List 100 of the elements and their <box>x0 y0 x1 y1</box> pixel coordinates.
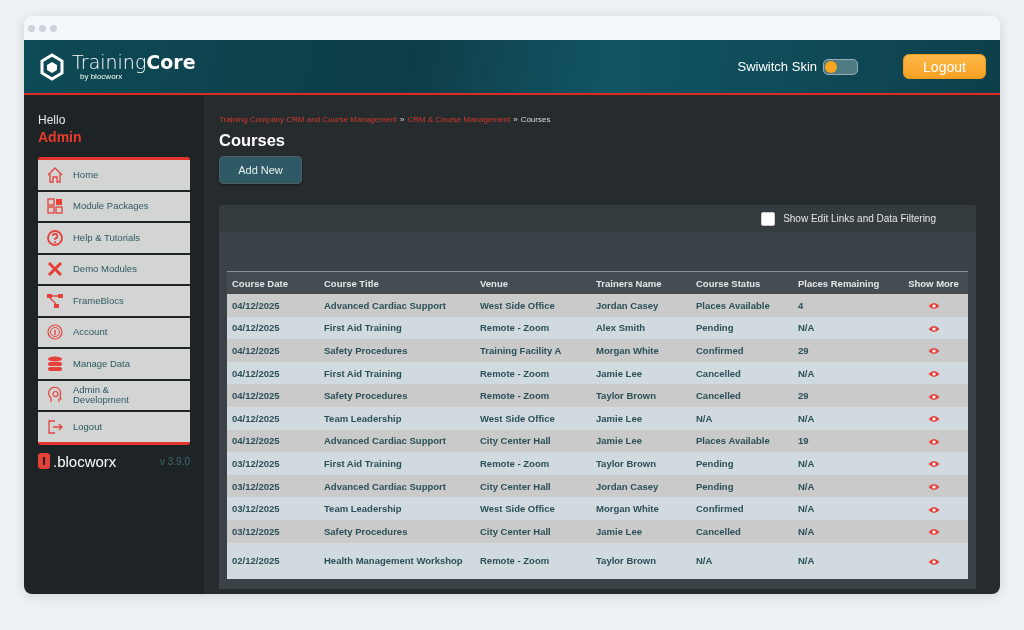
table-cell: 02/12/2025 <box>227 542 319 579</box>
column-header: Show More <box>899 271 968 294</box>
table-cell: 04/12/2025 <box>227 406 319 430</box>
table-cell: Remote - Zoom <box>475 361 591 385</box>
sidebar-item[interactable]: Admin & Development <box>38 380 190 410</box>
column-header: Course Title <box>319 271 475 294</box>
table-cell: Pending <box>691 316 793 340</box>
eye-icon <box>927 392 940 401</box>
table-cell: Cancelled <box>691 384 793 407</box>
table-cell: Remote - Zoom <box>475 542 591 579</box>
table-cell: N/A <box>793 497 899 520</box>
breadcrumb-link[interactable]: CRM & Course Management <box>407 115 511 124</box>
table-cell: 29 <box>793 339 899 362</box>
table-cell: City Center Hall <box>475 474 591 498</box>
table-cell: Jamie Lee <box>591 519 691 543</box>
info-badge-icon <box>46 323 64 342</box>
table-cell: 04/12/2025 <box>227 429 319 453</box>
table-cell: N/A <box>793 519 899 543</box>
table-cell: N/A <box>793 474 899 498</box>
table-cell: West Side Office <box>475 294 591 317</box>
toggle-switch[interactable] <box>823 58 858 75</box>
table-cell: 19 <box>793 429 899 453</box>
table-cell: Morgan White <box>591 497 691 520</box>
table-cell: 03/12/2025 <box>227 497 319 520</box>
version-label: v 3.9.0 <box>159 455 190 467</box>
table-cell: Jamie Lee <box>591 429 691 453</box>
logo-text: TrainingCore <box>72 52 196 72</box>
user-name: Admin <box>38 129 83 145</box>
table-cell: Cancelled <box>691 519 793 543</box>
table-cell: Safety Procedures <box>319 519 475 543</box>
sidebar-item[interactable]: Manage Data <box>38 349 190 379</box>
table-cell: Training Facility A <box>475 339 591 362</box>
window-dot <box>39 24 46 32</box>
sidebar-item[interactable]: Help & Tutorials <box>38 223 190 253</box>
table-cell: N/A <box>691 406 793 430</box>
table-cell: 04/12/2025 <box>227 384 319 407</box>
table-cell: Team Leadership <box>319 406 475 430</box>
sidebar-item[interactable]: Home <box>38 160 190 190</box>
table-cell: N/A <box>691 542 793 579</box>
eye-icon <box>927 370 940 379</box>
window-dot <box>28 24 35 32</box>
table-cell: Alex Smith <box>591 316 691 340</box>
eye-icon <box>927 557 940 566</box>
sidebar-item[interactable]: FrameBlocs <box>38 286 190 316</box>
table-cell: N/A <box>793 452 899 475</box>
column-header: Course Status <box>691 271 793 294</box>
table-cell: 04/12/2025 <box>227 361 319 385</box>
table-cell: Places Available <box>691 429 793 453</box>
hexagon-logo-icon <box>40 52 64 81</box>
table-cell: Advanced Cardiac Support <box>319 294 475 317</box>
switch-label: Swiwitch Skin <box>737 59 817 74</box>
database-icon <box>46 354 64 373</box>
house-icon <box>46 165 64 184</box>
table-cell: Pending <box>691 452 793 475</box>
sidebar-item[interactable]: Demo Modules <box>38 254 190 284</box>
table-cell: Confirmed <box>691 339 793 362</box>
eye-icon <box>927 347 940 356</box>
eye-icon <box>927 483 940 492</box>
table-cell: 29 <box>793 384 899 407</box>
table-cell: Cancelled <box>691 361 793 385</box>
eye-icon <box>927 460 940 469</box>
table-cell: 4 <box>793 294 899 317</box>
table-cell: Confirmed <box>691 497 793 520</box>
table-cell: First Aid Training <box>319 452 475 475</box>
breadcrumb-link[interactable]: Training Company CRM and Course Management <box>219 115 397 124</box>
table-cell: Morgan White <box>591 339 691 362</box>
table-cell: Taylor Brown <box>591 452 691 475</box>
sidebar-item[interactable]: Logout <box>38 412 190 442</box>
logo-subtitle: by blocworx <box>80 72 123 81</box>
table-cell: Safety Procedures <box>319 339 475 362</box>
breadcrumb-current: Courses <box>520 115 551 124</box>
help-icon <box>46 228 64 247</box>
table-cell: Pending <box>691 474 793 498</box>
sidebar-item[interactable]: Account <box>38 317 190 347</box>
table-cell: Taylor Brown <box>591 542 691 579</box>
table-cell: Safety Procedures <box>319 384 475 407</box>
column-header: Trainers Name <box>591 271 691 294</box>
table-cell: First Aid Training <box>319 361 475 385</box>
table-cell: 04/12/2025 <box>227 294 319 317</box>
table-cell: 04/12/2025 <box>227 339 319 362</box>
table-cell: Places Available <box>691 294 793 317</box>
grid-icon <box>46 197 64 216</box>
sidebar-item[interactable]: Module Packages <box>38 191 190 221</box>
table-cell: Remote - Zoom <box>475 452 591 475</box>
table-cell: West Side Office <box>475 406 591 430</box>
add-new-button[interactable]: Add New <box>219 156 302 184</box>
breadcrumb-separator: » <box>513 115 518 124</box>
table-cell: N/A <box>793 361 899 385</box>
greeting: Hello <box>38 113 67 127</box>
table-cell: Remote - Zoom <box>475 316 591 340</box>
eye-icon <box>927 415 940 424</box>
table-cell: Jamie Lee <box>591 361 691 385</box>
table-cell: City Center Hall <box>475 519 591 543</box>
table-cell: N/A <box>793 316 899 340</box>
exit-icon <box>46 417 64 436</box>
column-header: Course Date <box>227 271 319 294</box>
hierarchy-icon <box>46 291 64 310</box>
table-cell: 03/12/2025 <box>227 452 319 475</box>
checkbox[interactable] <box>761 211 776 226</box>
table-cell: 03/12/2025 <box>227 519 319 543</box>
